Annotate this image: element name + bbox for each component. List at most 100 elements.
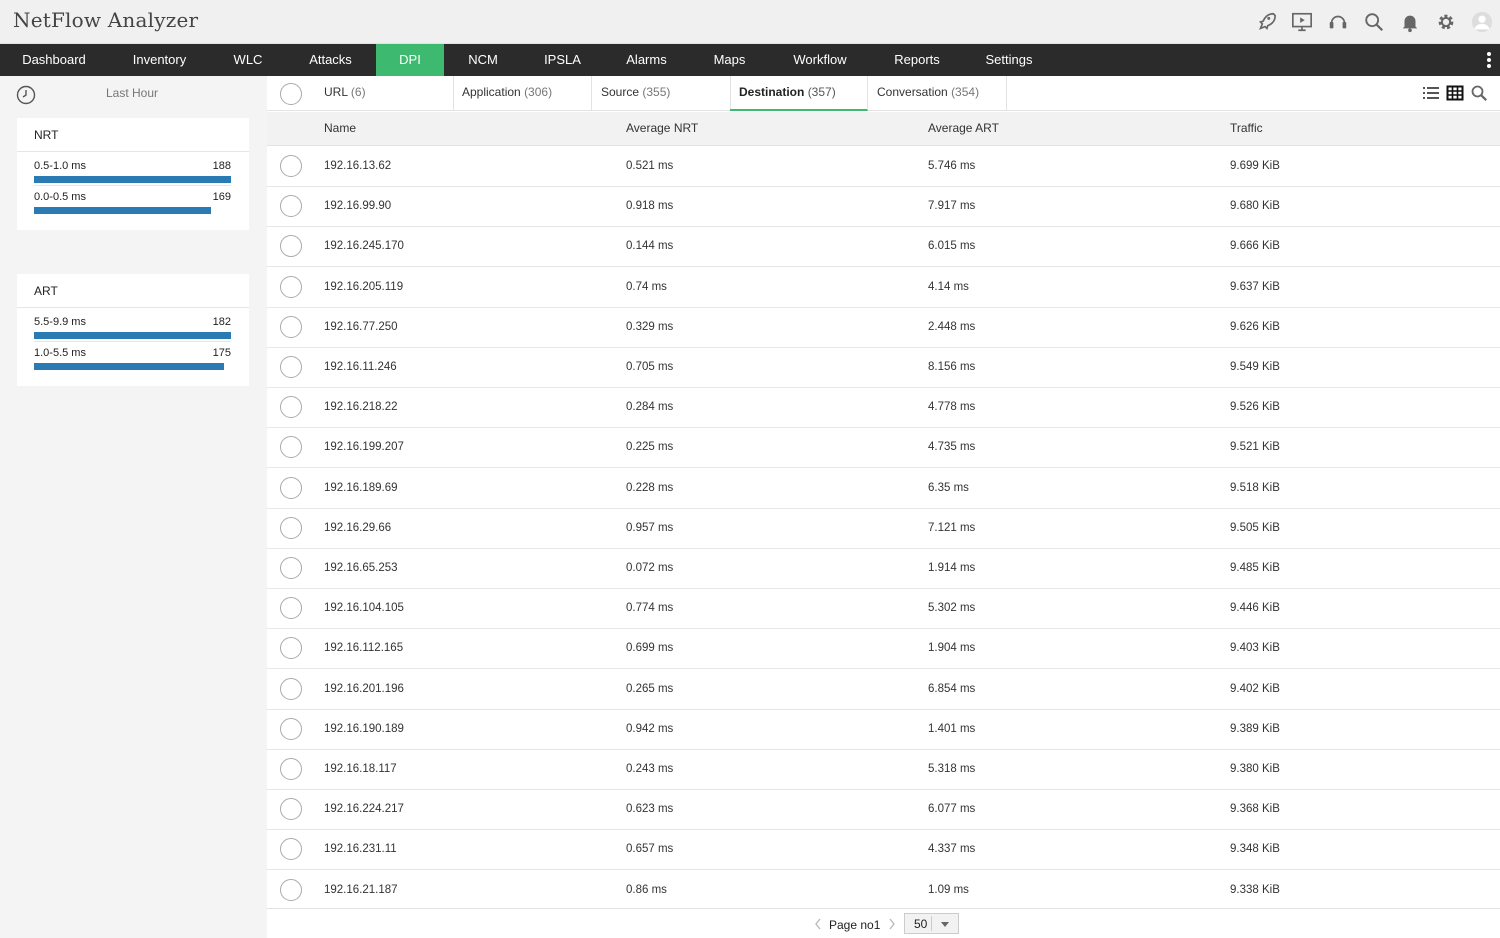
column-header-name[interactable]: Name	[324, 121, 356, 135]
art-bar-row[interactable]: 5.5-9.9 ms 182	[34, 310, 231, 340]
row-checkbox[interactable]	[280, 195, 302, 218]
tab-destination[interactable]: Destination (357)	[730, 76, 868, 111]
table-row[interactable]: 192.16.189.69 0.228 ms 6.35 ms 9.518 KiB	[267, 469, 1500, 509]
cell-name[interactable]: 192.16.99.90	[324, 200, 391, 212]
nav-item-ncm[interactable]: NCM	[444, 44, 522, 76]
table-row[interactable]: 192.16.224.217 0.623 ms 6.077 ms 9.368 KiB	[267, 790, 1500, 831]
table-row[interactable]: 192.16.201.196 0.265 ms 6.854 ms 9.402 KiB	[267, 670, 1500, 710]
table-row[interactable]: 192.16.99.90 0.918 ms 7.917 ms 9.680 KiB	[267, 187, 1500, 228]
nrt-bar-row[interactable]: 0.0-0.5 ms 169	[34, 185, 231, 215]
table-row[interactable]: 192.16.231.11 0.657 ms 4.337 ms 9.348 KiB	[267, 830, 1500, 871]
column-header-traffic[interactable]: Traffic	[1230, 121, 1263, 135]
cell-traffic: 9.518 KiB	[1230, 481, 1280, 494]
nav-item-dpi[interactable]: DPI	[376, 44, 444, 76]
nav-item-maps[interactable]: Maps	[690, 44, 769, 76]
row-checkbox[interactable]	[280, 436, 302, 459]
table-row[interactable]: 192.16.65.253 0.072 ms 1.914 ms 9.485 KiB	[267, 549, 1500, 589]
table-row[interactable]: 192.16.104.105 0.774 ms 5.302 ms 9.446 KiB	[267, 589, 1500, 630]
cell-name[interactable]: 192.16.13.62	[324, 160, 391, 172]
table-row[interactable]: 192.16.112.165 0.699 ms 1.904 ms 9.403 KiB	[267, 629, 1500, 670]
row-checkbox[interactable]	[280, 838, 302, 861]
row-checkbox[interactable]	[280, 155, 302, 177]
row-checkbox[interactable]	[280, 476, 302, 499]
table-row[interactable]: 192.16.218.22 0.284 ms 4.778 ms 9.526 KiB	[267, 388, 1500, 429]
tab-application[interactable]: Application (306)	[453, 76, 592, 111]
row-checkbox[interactable]	[280, 677, 302, 700]
table-row[interactable]: 192.16.199.207 0.225 ms 4.735 ms 9.521 KiB	[267, 428, 1500, 469]
art-bar-row[interactable]: 1.0-5.5 ms 175	[34, 341, 231, 371]
gear-icon[interactable]	[1434, 8, 1458, 36]
table-row[interactable]: 192.16.77.250 0.329 ms 2.448 ms 9.626 KiB	[267, 308, 1500, 348]
grid-view-icon[interactable]	[1446, 84, 1464, 102]
cell-name[interactable]: 192.16.112.165	[324, 642, 403, 654]
cell-name[interactable]: 192.16.245.170	[324, 240, 404, 252]
cell-traffic: 9.680 KiB	[1230, 200, 1280, 213]
table-row[interactable]: 192.16.29.66 0.957 ms 7.121 ms 9.505 KiB	[267, 509, 1500, 549]
cell-name[interactable]: 192.16.11.246	[324, 361, 397, 373]
cell-name[interactable]: 192.16.29.66	[324, 522, 391, 534]
cell-name[interactable]: 192.16.190.189	[324, 723, 404, 735]
nrt-bar-row[interactable]: 0.5-1.0 ms 188	[34, 154, 231, 184]
row-checkbox[interactable]	[280, 557, 302, 579]
cell-name[interactable]: 192.16.218.22	[324, 401, 398, 413]
time-range-selector[interactable]: Last Hour	[0, 76, 266, 110]
row-checkbox[interactable]	[280, 275, 302, 298]
nav-item-dashboard[interactable]: Dashboard	[0, 44, 108, 76]
column-header-art[interactable]: Average ART	[928, 121, 999, 135]
table-row[interactable]: 192.16.21.187 0.86 ms 1.09 ms 9.338 KiB	[267, 871, 1500, 911]
cell-name[interactable]: 192.16.18.117	[324, 763, 397, 775]
nav-item-ipsla[interactable]: IPSLA	[522, 44, 603, 76]
page-size-select[interactable]: 50	[904, 913, 959, 934]
bell-icon[interactable]	[1398, 8, 1422, 36]
cell-name[interactable]: 192.16.205.119	[324, 281, 403, 293]
table-row[interactable]: 192.16.245.170 0.144 ms 6.015 ms 9.666 KiB	[267, 227, 1500, 268]
rocket-icon[interactable]	[1254, 8, 1278, 36]
table-row[interactable]: 192.16.190.189 0.942 ms 1.401 ms 9.389 KiB	[267, 710, 1500, 750]
tab-source[interactable]: Source (355)	[592, 76, 731, 111]
cell-name[interactable]: 192.16.224.217	[324, 803, 404, 815]
table-row[interactable]: 192.16.205.119 0.74 ms 4.14 ms 9.637 KiB	[267, 268, 1500, 308]
row-checkbox[interactable]	[280, 516, 302, 539]
chevron-right-icon[interactable]	[887, 917, 897, 931]
row-checkbox[interactable]	[280, 315, 302, 338]
nav-item-reports[interactable]: Reports	[871, 44, 963, 76]
cell-name[interactable]: 192.16.231.11	[324, 843, 397, 855]
cell-name[interactable]: 192.16.77.250	[324, 321, 398, 333]
list-view-icon[interactable]	[1422, 84, 1440, 102]
tab-url[interactable]: URL (6)	[315, 76, 454, 111]
cell-name[interactable]: 192.16.189.69	[324, 482, 398, 494]
table-row[interactable]: 192.16.13.62 0.521 ms 5.746 ms 9.699 KiB	[267, 147, 1500, 187]
row-checkbox[interactable]	[280, 637, 302, 660]
chevron-left-icon[interactable]	[813, 917, 823, 931]
nav-item-settings[interactable]: Settings	[963, 44, 1055, 76]
row-checkbox[interactable]	[280, 717, 302, 740]
more-menu-icon[interactable]	[1486, 52, 1492, 68]
tab-conversation[interactable]: Conversation (354)	[868, 76, 1007, 111]
user-avatar-icon[interactable]	[1470, 8, 1494, 36]
cell-name[interactable]: 192.16.199.207	[324, 441, 404, 453]
cell-name[interactable]: 192.16.65.253	[324, 562, 398, 574]
column-header-nrt[interactable]: Average NRT	[626, 121, 698, 135]
row-checkbox[interactable]	[280, 758, 302, 780]
nav-item-wlc[interactable]: WLC	[211, 44, 285, 76]
search-icon[interactable]	[1470, 84, 1488, 102]
headset-icon[interactable]	[1326, 8, 1350, 36]
row-checkbox[interactable]	[280, 878, 302, 901]
nav-item-alarms[interactable]: Alarms	[603, 44, 690, 76]
select-all-checkbox[interactable]	[280, 83, 302, 105]
cell-name[interactable]: 192.16.201.196	[324, 683, 404, 695]
row-checkbox[interactable]	[280, 396, 302, 419]
cell-name[interactable]: 192.16.21.187	[324, 884, 398, 896]
row-checkbox[interactable]	[280, 597, 302, 620]
row-checkbox[interactable]	[280, 235, 302, 258]
nav-item-workflow[interactable]: Workflow	[769, 44, 871, 76]
nav-item-inventory[interactable]: Inventory	[108, 44, 211, 76]
search-icon[interactable]	[1362, 8, 1386, 36]
row-checkbox[interactable]	[280, 798, 302, 821]
table-row[interactable]: 192.16.18.117 0.243 ms 5.318 ms 9.380 KiB	[267, 750, 1500, 790]
nav-item-attacks[interactable]: Attacks	[285, 44, 376, 76]
row-checkbox[interactable]	[280, 356, 302, 378]
presentation-icon[interactable]	[1290, 8, 1314, 36]
cell-name[interactable]: 192.16.104.105	[324, 602, 404, 614]
table-row[interactable]: 192.16.11.246 0.705 ms 8.156 ms 9.549 KiB	[267, 348, 1500, 388]
